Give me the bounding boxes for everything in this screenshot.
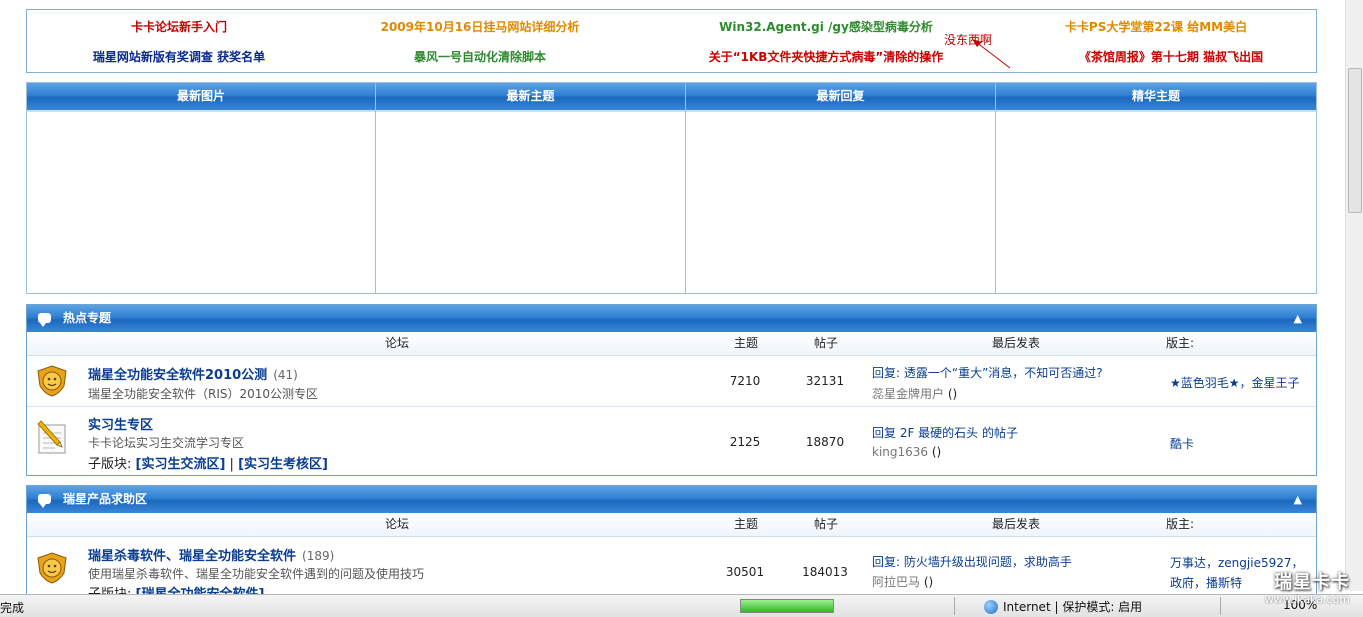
watermark-logo: 瑞星卡卡 www.ikaka.com	[1264, 572, 1350, 606]
category-title-bar: 热点专题 ▲	[27, 305, 1316, 332]
col-lastpost: 最后发表	[992, 336, 1041, 350]
latest-images-header[interactable]: 最新图片	[27, 83, 375, 112]
category-title[interactable]: 瑞星产品求助区	[63, 486, 147, 513]
post-count: 32131	[805, 374, 845, 388]
announcement-box: 卡卡论坛新手入门 2009年10月16日挂马网站详细分析 Win32.Agent…	[26, 9, 1317, 73]
moderator-links[interactable]: ★蓝色羽毛★，金星王子	[1170, 374, 1300, 391]
col-posts: 帖子	[814, 517, 839, 531]
featured-topics-header[interactable]: 精华主题	[996, 83, 1316, 112]
forum-name-link[interactable]: 瑞星杀毒软件、瑞星全功能安全软件 (189)	[88, 545, 334, 564]
forum-description: 使用瑞星杀毒软件、瑞星全功能安全软件遇到的问题及使用技巧	[88, 567, 425, 581]
announcement-link[interactable]: 卡卡PS大学堂第22课 给MM美白	[1065, 18, 1247, 35]
announcement-link[interactable]: 《茶馆周报》第十七期 猫叔飞出国	[1079, 48, 1263, 65]
forum-description: 瑞星全功能安全软件（RIS）2010公测专区	[88, 387, 319, 401]
category-title[interactable]: 热点专题	[63, 305, 111, 332]
forum-row: 瑞星全功能安全软件2010公测 (41) 瑞星全功能安全软件（RIS）2010公测…	[27, 356, 1316, 407]
subforum-link[interactable]: [实习生交流区]	[136, 457, 226, 472]
column-header: 论坛 主题 帖子 最后发表 版主:	[27, 332, 1316, 356]
forum-row: 瑞星杀毒软件、瑞星全功能安全软件 (189) 使用瑞星杀毒软件、瑞星全功能安全软件…	[27, 537, 1316, 595]
latest-topics-header[interactable]: 最新主题	[376, 83, 685, 112]
topic-count: 30501	[725, 565, 765, 579]
col-forum: 论坛	[385, 517, 410, 531]
chat-bubble-icon	[38, 313, 51, 327]
last-post-user[interactable]: king1636	[872, 445, 928, 459]
subforum-link[interactable]: [实习生考核区]	[238, 457, 328, 472]
announcement-link[interactable]: 瑞星网站新版有奖调查 获奖名单	[93, 48, 265, 65]
security-zone[interactable]: Internet | 保护模式: 启用	[984, 598, 1142, 615]
topic-count: 7210	[729, 374, 761, 388]
col-topics: 主题	[734, 336, 759, 350]
latest-replies-column: 最新回复	[686, 83, 996, 293]
col-topics: 主题	[734, 517, 759, 531]
featured-topics-column: 精华主题	[996, 83, 1316, 293]
progress-bar	[740, 599, 834, 613]
moderator-links[interactable]: 酷卡	[1170, 435, 1194, 452]
last-post-meta: king1636 ()	[872, 445, 942, 459]
last-post-link[interactable]: 回复: 防火墙升级出现问题，求助高手	[872, 553, 1072, 570]
col-posts: 帖子	[814, 336, 839, 350]
post-count: 18870	[805, 435, 845, 449]
notepad-pencil-icon	[37, 420, 66, 454]
last-post-user[interactable]: 蕊星金牌用户	[872, 387, 944, 401]
forum-description: 卡卡论坛实习生交流学习专区	[88, 436, 245, 450]
annotation-arrow-icon	[972, 39, 1011, 69]
lion-shield-icon	[37, 365, 67, 397]
announcement-link[interactable]: Win32.Agent.gi /gy感染型病毒分析	[719, 18, 933, 35]
subforum-list: 子版块: [实习生交流区] | [实习生考核区]	[88, 457, 328, 472]
announcement-link[interactable]: 2009年10月16日挂马网站详细分析	[381, 18, 580, 35]
latest-panel: 最新图片 最新主题 最新回复 精华主题	[26, 82, 1317, 294]
col-forum: 论坛	[385, 336, 410, 350]
latest-replies-header[interactable]: 最新回复	[686, 83, 995, 112]
forum-name-link[interactable]: 实习生专区	[88, 414, 153, 433]
last-post-meta: 阿拉巴马 ()	[872, 575, 934, 589]
collapse-icon[interactable]: ▲	[1294, 305, 1302, 332]
globe-icon	[984, 600, 998, 614]
category-product-help: 瑞星产品求助区 ▲ 论坛 主题 帖子 最后发表 版主: 瑞星杀毒软件、瑞星全功能…	[26, 485, 1317, 595]
category-title-bar: 瑞星产品求助区 ▲	[27, 486, 1316, 513]
scrollbar-thumb[interactable]	[1348, 68, 1362, 213]
collapse-icon[interactable]: ▲	[1294, 486, 1302, 513]
last-post-user[interactable]: 阿拉巴马	[872, 575, 920, 589]
last-post-meta: 蕊星金牌用户 ()	[872, 387, 958, 401]
post-count: 184013	[802, 565, 848, 579]
latest-images-column: 最新图片	[27, 83, 376, 293]
announcement-link[interactable]: 关于“1KB文件夹快捷方式病毒”清除的操作	[709, 48, 944, 65]
last-post-link[interactable]: 回复 2F 最硬的石头 的帖子	[872, 424, 1018, 441]
announcement-link[interactable]: 暴风一号自动化清除脚本	[414, 48, 546, 65]
category-hot-topics: 热点专题 ▲ 论坛 主题 帖子 最后发表 版主: 瑞星全功能安全软件2010公测…	[26, 304, 1317, 476]
column-header: 论坛 主题 帖子 最后发表 版主:	[27, 513, 1316, 537]
forum-name-link[interactable]: 瑞星全功能安全软件2010公测 (41)	[88, 364, 298, 383]
latest-topics-column: 最新主题	[376, 83, 686, 293]
status-bar: 完成 Internet | 保护模式: 启用 100%	[0, 594, 1363, 617]
last-post-link[interactable]: 回复: 透露一个“重大”消息，不知可否通过?	[872, 364, 1103, 381]
status-text: 完成	[0, 601, 25, 615]
topic-count: 2125	[729, 435, 761, 449]
forum-row: 实习生专区 卡卡论坛实习生交流学习专区 子版块: [实习生交流区] | [实习生…	[27, 407, 1316, 475]
chat-bubble-icon	[38, 494, 51, 508]
announcement-link[interactable]: 卡卡论坛新手入门	[131, 18, 227, 35]
vertical-scrollbar[interactable]	[1345, 0, 1363, 591]
lion-shield-icon	[37, 552, 67, 584]
col-moderators: 版主:	[1166, 336, 1195, 350]
col-lastpost: 最后发表	[992, 517, 1041, 531]
col-moderators: 版主:	[1166, 517, 1195, 531]
